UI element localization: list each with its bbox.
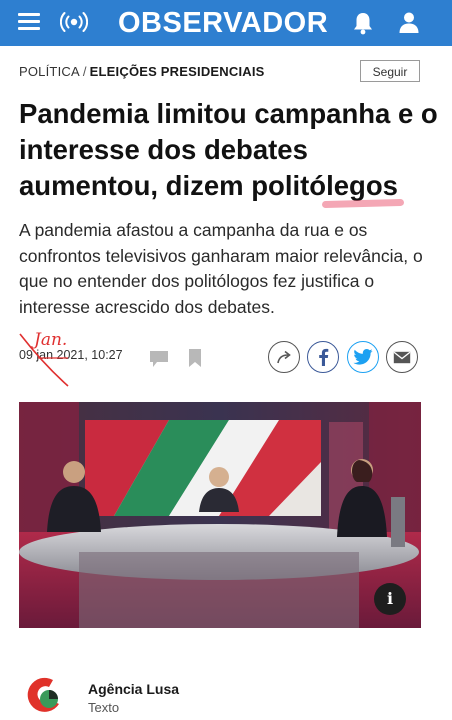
share-button[interactable] <box>268 341 300 373</box>
facebook-share-button[interactable] <box>307 341 339 373</box>
menu-icon[interactable] <box>18 13 40 31</box>
user-icon[interactable] <box>398 11 420 33</box>
breadcrumb-section[interactable]: POLÍTICA <box>19 64 80 79</box>
article-lead: A pandemia afastou a campanha da rua e o… <box>19 220 423 317</box>
follow-button[interactable]: Seguir <box>360 60 420 82</box>
twitter-share-button[interactable] <box>347 341 379 373</box>
bookmark-icon[interactable] <box>189 349 201 367</box>
handwritten-annotation: Jan. <box>34 330 68 350</box>
mail-icon <box>393 351 411 363</box>
twitter-icon <box>353 349 373 365</box>
live-radio-icon[interactable] <box>60 10 88 34</box>
author-role: Texto <box>88 700 120 715</box>
share-icon <box>277 350 291 364</box>
bell-icon[interactable] <box>352 11 374 35</box>
author-name[interactable]: Agência Lusa <box>88 681 179 697</box>
photo-info-button[interactable]: i <box>374 583 406 615</box>
article-headline: Pandemia limitou campanha e o interesse … <box>19 96 439 204</box>
article-photo[interactable]: i <box>19 402 421 628</box>
headline-highlighted-text: legos <box>326 168 398 204</box>
tv-studio-photo <box>19 402 421 628</box>
comment-icon[interactable] <box>149 350 169 368</box>
agency-logo <box>27 677 59 712</box>
breadcrumb-subsection[interactable]: ELEIÇÕES PRESIDENCIAIS <box>90 64 265 79</box>
top-navigation-bar: OBSERVADOR <box>0 0 452 46</box>
site-logo[interactable]: OBSERVADOR <box>118 6 328 40</box>
breadcrumb-separator: / <box>82 64 87 79</box>
email-share-button[interactable] <box>386 341 418 373</box>
facebook-icon <box>319 348 329 366</box>
breadcrumb: POLÍTICA / ELEIÇÕES PRESIDENCIAIS <box>19 64 265 79</box>
